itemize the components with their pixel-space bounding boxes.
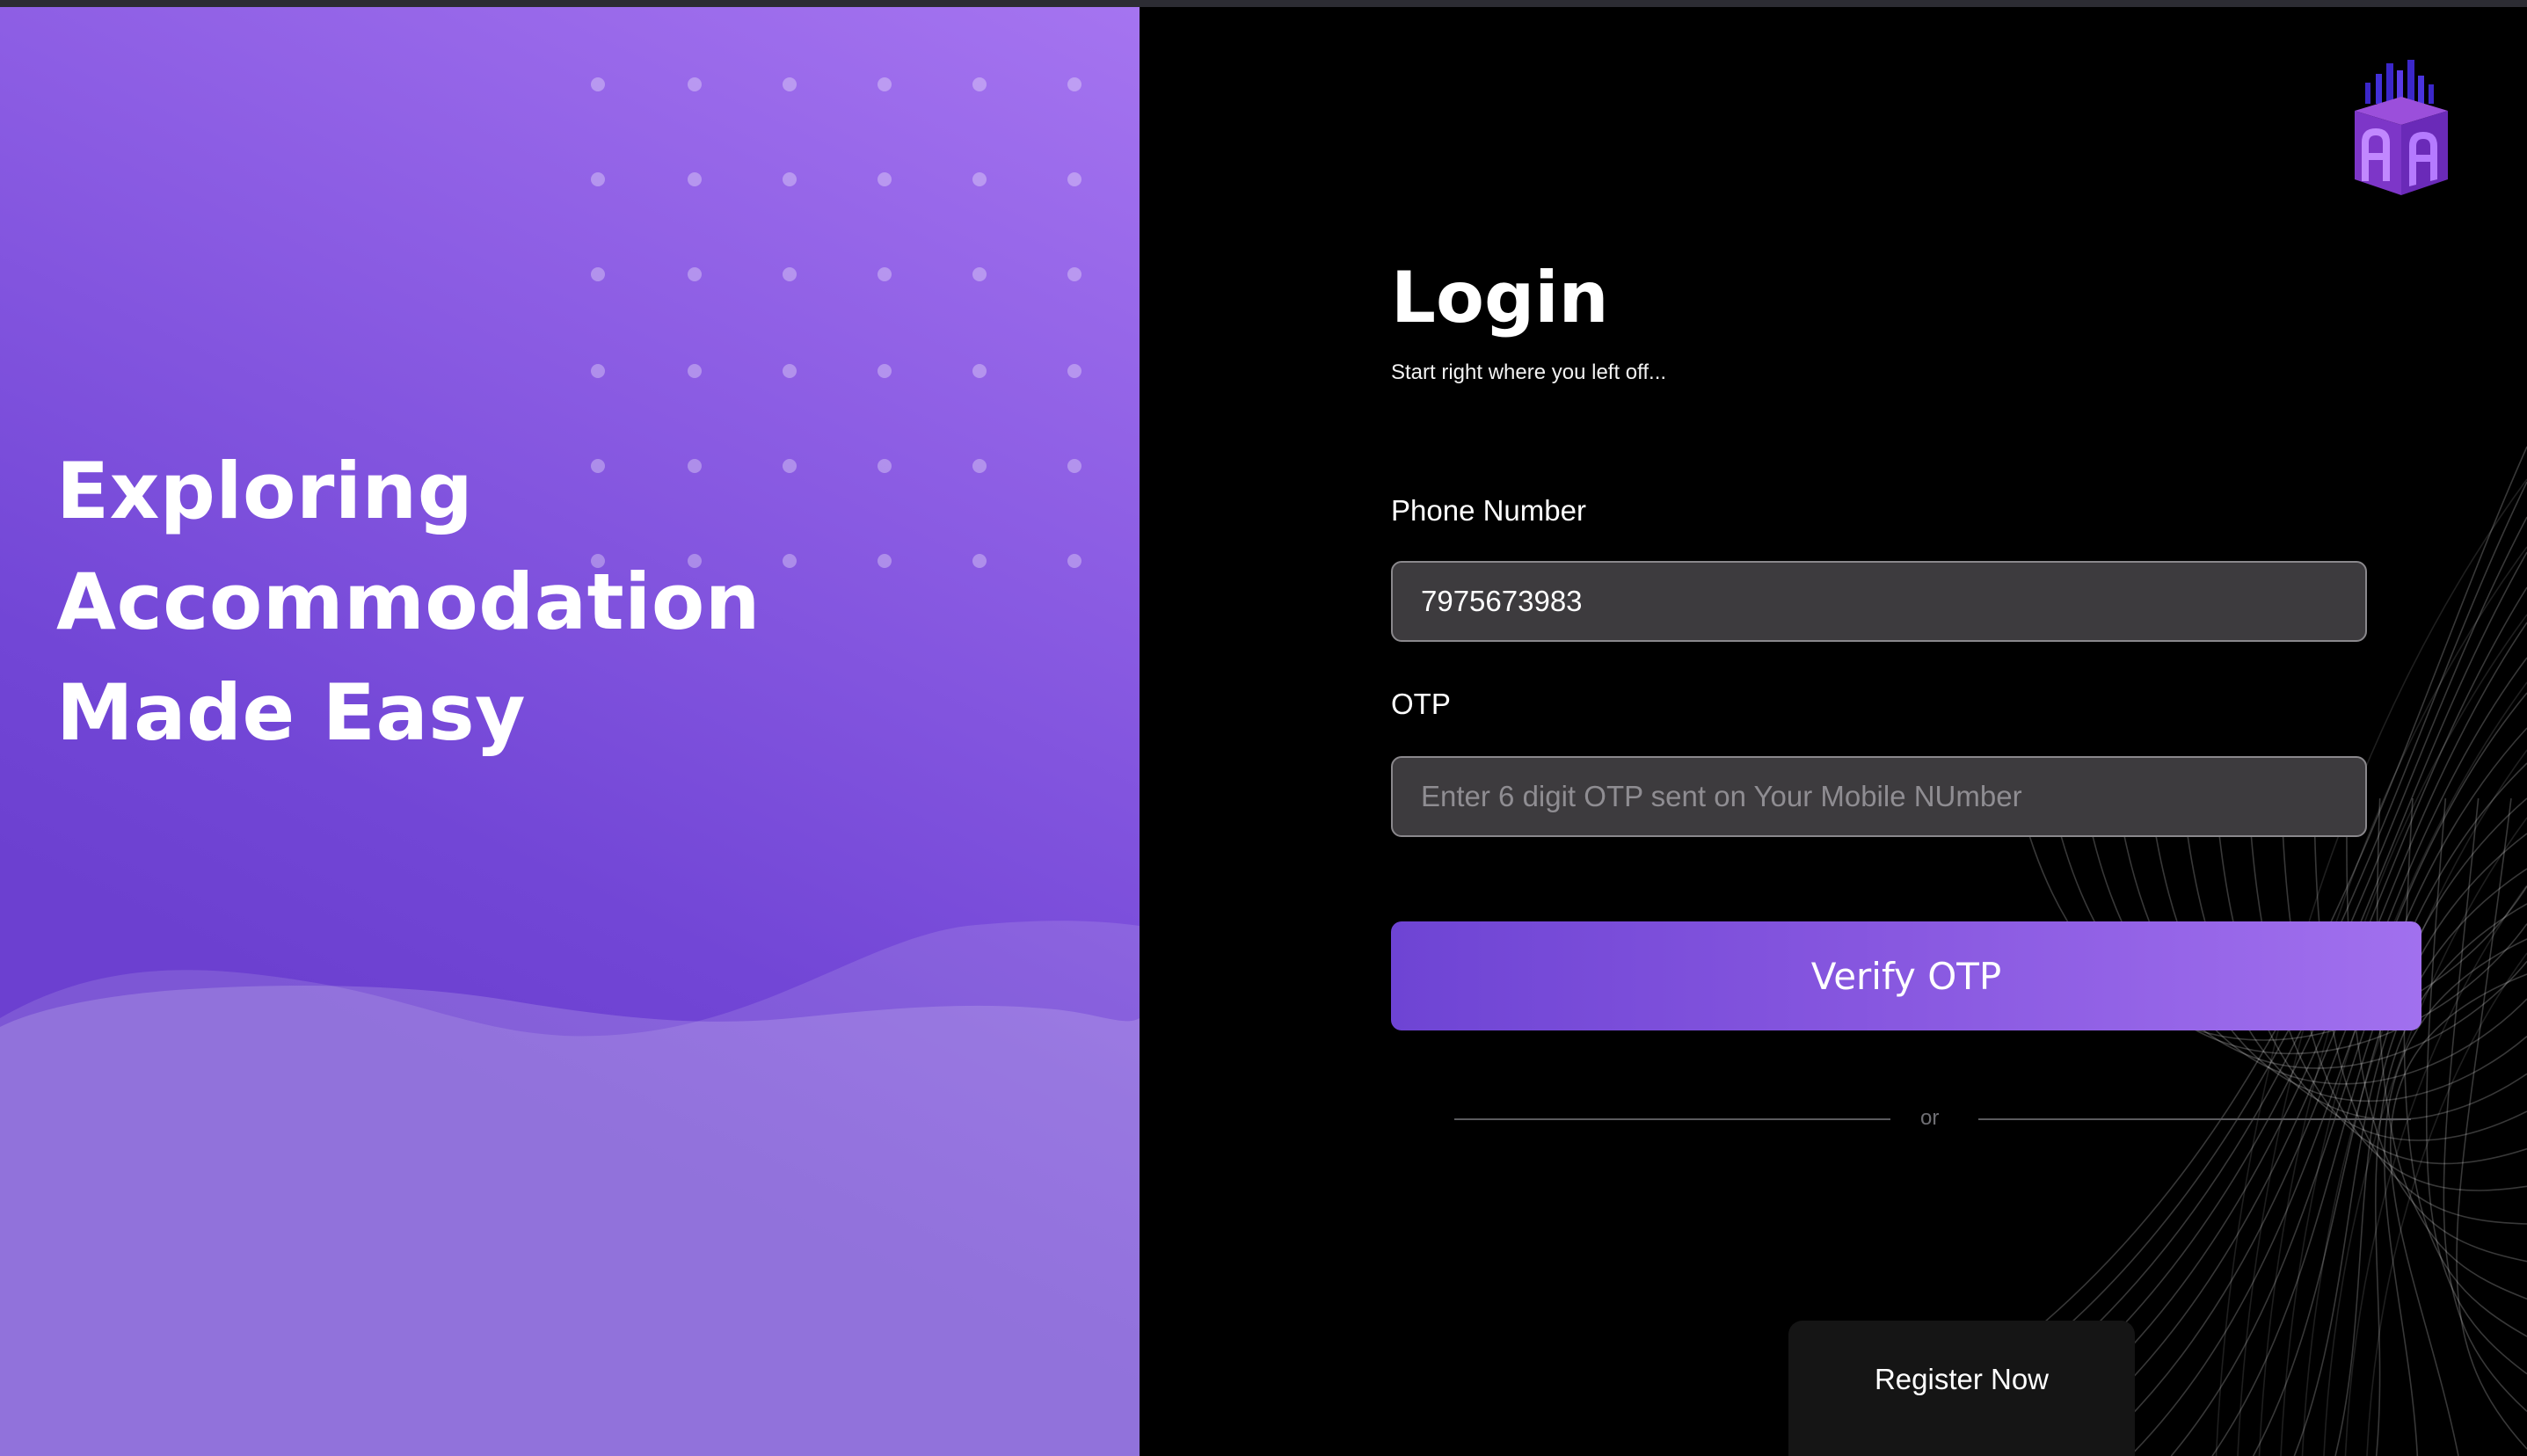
mesh-background-decoration (1842, 446, 2527, 1456)
divider-left (1454, 1118, 1890, 1120)
brand-logo-icon (2355, 60, 2448, 195)
login-panel: Login Start right where you left off... … (1140, 7, 2527, 1456)
hero-headline: Exploring Accommodation Made Easy (56, 436, 761, 768)
hero-headline-line: Accommodation (56, 557, 761, 647)
register-now-button[interactable]: Register Now (1788, 1321, 2135, 1456)
divider-or-text: or (1920, 1106, 1940, 1130)
divider-right (1978, 1118, 2411, 1120)
login-title: Login (1391, 257, 1609, 339)
verify-otp-button[interactable]: Verify OTP (1391, 921, 2421, 1030)
hero-headline-line: Exploring (56, 446, 474, 536)
otp-label: OTP (1391, 688, 1451, 720)
hero-panel: Exploring Accommodation Made Easy (0, 7, 1140, 1456)
top-bar (0, 0, 2527, 7)
phone-number-input[interactable] (1391, 561, 2367, 642)
hero-headline-line: Made Easy (56, 667, 527, 758)
otp-input[interactable] (1391, 756, 2367, 837)
phone-number-label: Phone Number (1391, 494, 1586, 527)
login-subtitle: Start right where you left off... (1391, 360, 1667, 384)
